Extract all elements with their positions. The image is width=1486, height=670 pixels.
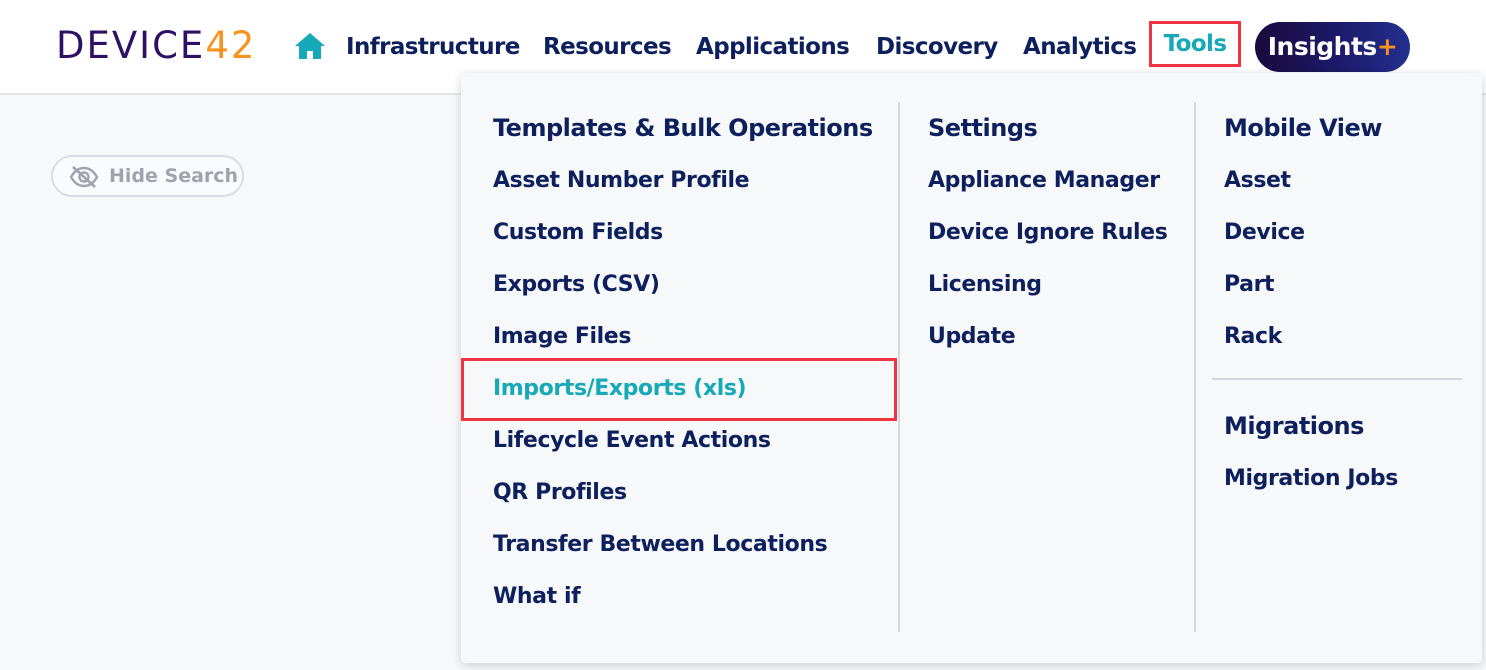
column-divider [898,102,900,632]
menu-link-rack[interactable]: Rack [1224,322,1282,352]
menu-link-exports-csv[interactable]: Exports (CSV) [493,270,660,300]
nav-resources[interactable]: Resources [543,28,672,66]
column-divider [1194,102,1196,632]
mobile-view-header: Mobile View [1224,114,1382,142]
menu-link-appliance-manager[interactable]: Appliance Manager [928,166,1160,196]
settings-header: Settings [928,114,1038,142]
tools-dropdown-menu: Templates & Bulk Operations Asset Number… [461,73,1482,663]
menu-link-update[interactable]: Update [928,322,1016,352]
hide-search-button[interactable]: Hide Search [51,155,244,197]
menu-link-migration-jobs[interactable]: Migration Jobs [1224,464,1398,494]
menu-link-part[interactable]: Part [1224,270,1275,300]
nav-applications[interactable]: Applications [696,28,850,66]
menu-link-qr-profiles[interactable]: QR Profiles [493,478,627,508]
logo-number: 42 [205,24,257,67]
nav-infrastructure[interactable]: Infrastructure [346,28,520,66]
menu-link-device[interactable]: Device [1224,218,1305,248]
section-divider [1212,378,1462,380]
insights-plus-button[interactable]: Insights+ [1255,22,1410,72]
insights-plus-sign: + [1376,32,1398,61]
menu-link-imports-exports-xls[interactable]: Imports/Exports (xls) [493,374,747,404]
nav-analytics[interactable]: Analytics [1023,28,1137,66]
eye-off-icon [69,166,99,188]
menu-link-custom-fields[interactable]: Custom Fields [493,218,663,248]
menu-link-what-if[interactable]: What if [493,582,581,612]
menu-link-device-ignore-rules[interactable]: Device Ignore Rules [928,218,1168,248]
migrations-header: Migrations [1224,412,1364,440]
menu-link-licensing[interactable]: Licensing [928,270,1042,300]
hide-search-label: Hide Search [109,165,239,187]
insights-label: Insights [1267,32,1378,61]
menu-link-asset[interactable]: Asset [1224,166,1291,196]
nav-discovery[interactable]: Discovery [876,28,998,66]
menu-link-transfer-between-locations[interactable]: Transfer Between Locations [493,530,828,560]
logo-word: DEVICE [56,24,206,67]
menu-link-image-files[interactable]: Image Files [493,322,631,352]
device42-logo[interactable]: DEVICE42 [56,24,256,68]
home-icon[interactable] [294,32,326,60]
nav-tools[interactable]: Tools [1149,21,1241,67]
menu-link-asset-number-profile[interactable]: Asset Number Profile [493,166,750,196]
menu-link-lifecycle-event-actions[interactable]: Lifecycle Event Actions [493,426,771,456]
templates-bulk-operations-header: Templates & Bulk Operations [493,114,873,142]
